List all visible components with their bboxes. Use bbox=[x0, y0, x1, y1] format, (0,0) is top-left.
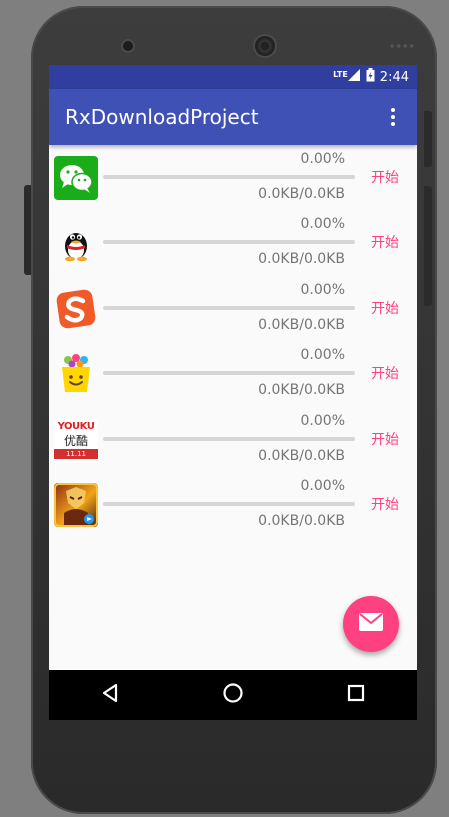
shopping-bag-icon bbox=[54, 352, 98, 397]
download-item-youku: YOUKU 优酷 11.11 0.00% 0.0KB/0.0KB 开始 bbox=[49, 407, 417, 472]
home-button[interactable] bbox=[209, 675, 257, 715]
app-title: RxDownloadProject bbox=[65, 105, 259, 129]
download-item-sogou: 0.00% 0.0KB/0.0KB 开始 bbox=[49, 276, 417, 341]
download-item-qq: 0.00% 0.0KB/0.0KB 开始 bbox=[49, 210, 417, 275]
email-fab-button[interactable] bbox=[343, 596, 399, 652]
front-camera bbox=[123, 41, 133, 51]
download-list: 0.00% 0.0KB/0.0KB 开始 0.00% 0.0KB/0.0KB 开… bbox=[49, 145, 417, 537]
signal-icon bbox=[347, 68, 361, 86]
start-button[interactable]: 开始 bbox=[371, 167, 399, 187]
home-icon bbox=[222, 682, 244, 708]
side-key bbox=[424, 186, 432, 306]
game-hero-icon bbox=[54, 482, 98, 527]
qq-penguin-icon bbox=[54, 221, 98, 266]
download-item-store: 0.00% 0.0KB/0.0KB 开始 bbox=[49, 341, 417, 406]
download-size: 0.0KB/0.0KB bbox=[258, 447, 345, 464]
overflow-menu-icon[interactable] bbox=[381, 105, 405, 129]
power-button bbox=[424, 111, 432, 167]
progress-bar bbox=[103, 436, 355, 441]
lte-label: LTE bbox=[333, 69, 348, 79]
sensor-dots bbox=[389, 43, 415, 49]
app-bar: RxDownloadProject bbox=[49, 89, 417, 145]
start-button[interactable]: 开始 bbox=[371, 232, 399, 252]
start-button[interactable]: 开始 bbox=[371, 363, 399, 383]
start-button[interactable]: 开始 bbox=[371, 298, 399, 318]
device-screen: LTE 2:44 RxDownloadProject 0.00% 0.0KB/0… bbox=[49, 65, 417, 720]
progress-bar bbox=[103, 501, 355, 506]
youku-cn-text: 优酷 bbox=[63, 433, 88, 448]
download-size: 0.0KB/0.0KB bbox=[258, 251, 345, 268]
download-size: 0.0KB/0.0KB bbox=[258, 186, 345, 202]
progress-percent: 0.00% bbox=[300, 477, 345, 494]
battery-icon bbox=[366, 68, 375, 86]
youku-brand-text: YOUKU bbox=[57, 420, 95, 432]
clock: 2:44 bbox=[379, 69, 409, 85]
start-button[interactable]: 开始 bbox=[371, 429, 399, 449]
recents-icon bbox=[347, 684, 365, 706]
progress-bar bbox=[103, 240, 355, 245]
progress-percent: 0.00% bbox=[300, 151, 345, 167]
download-size: 0.0KB/0.0KB bbox=[258, 382, 345, 399]
progress-percent: 0.00% bbox=[300, 216, 345, 233]
download-size: 0.0KB/0.0KB bbox=[258, 316, 345, 333]
back-button[interactable] bbox=[86, 675, 134, 715]
email-icon bbox=[359, 613, 383, 635]
recents-button[interactable] bbox=[332, 675, 380, 715]
progress-percent: 0.00% bbox=[300, 281, 345, 298]
wechat-icon bbox=[54, 156, 98, 200]
youku-date-text: 11.11 bbox=[54, 448, 98, 459]
sogou-icon bbox=[54, 286, 98, 331]
youku-icon: YOUKU 优酷 11.11 bbox=[54, 417, 98, 462]
progress-bar bbox=[103, 371, 355, 376]
download-item-wechat: 0.00% 0.0KB/0.0KB 开始 bbox=[49, 145, 417, 210]
status-bar: LTE 2:44 bbox=[49, 65, 417, 89]
start-button[interactable]: 开始 bbox=[371, 494, 399, 514]
earpiece bbox=[255, 36, 275, 56]
download-size: 0.0KB/0.0KB bbox=[258, 512, 345, 529]
back-icon bbox=[101, 683, 119, 707]
progress-percent: 0.00% bbox=[300, 347, 345, 364]
progress-percent: 0.00% bbox=[300, 412, 345, 429]
download-item-game: 0.00% 0.0KB/0.0KB 开始 bbox=[49, 472, 417, 537]
progress-bar bbox=[103, 305, 355, 310]
progress-bar bbox=[103, 175, 355, 179]
nav-bar bbox=[49, 670, 417, 720]
